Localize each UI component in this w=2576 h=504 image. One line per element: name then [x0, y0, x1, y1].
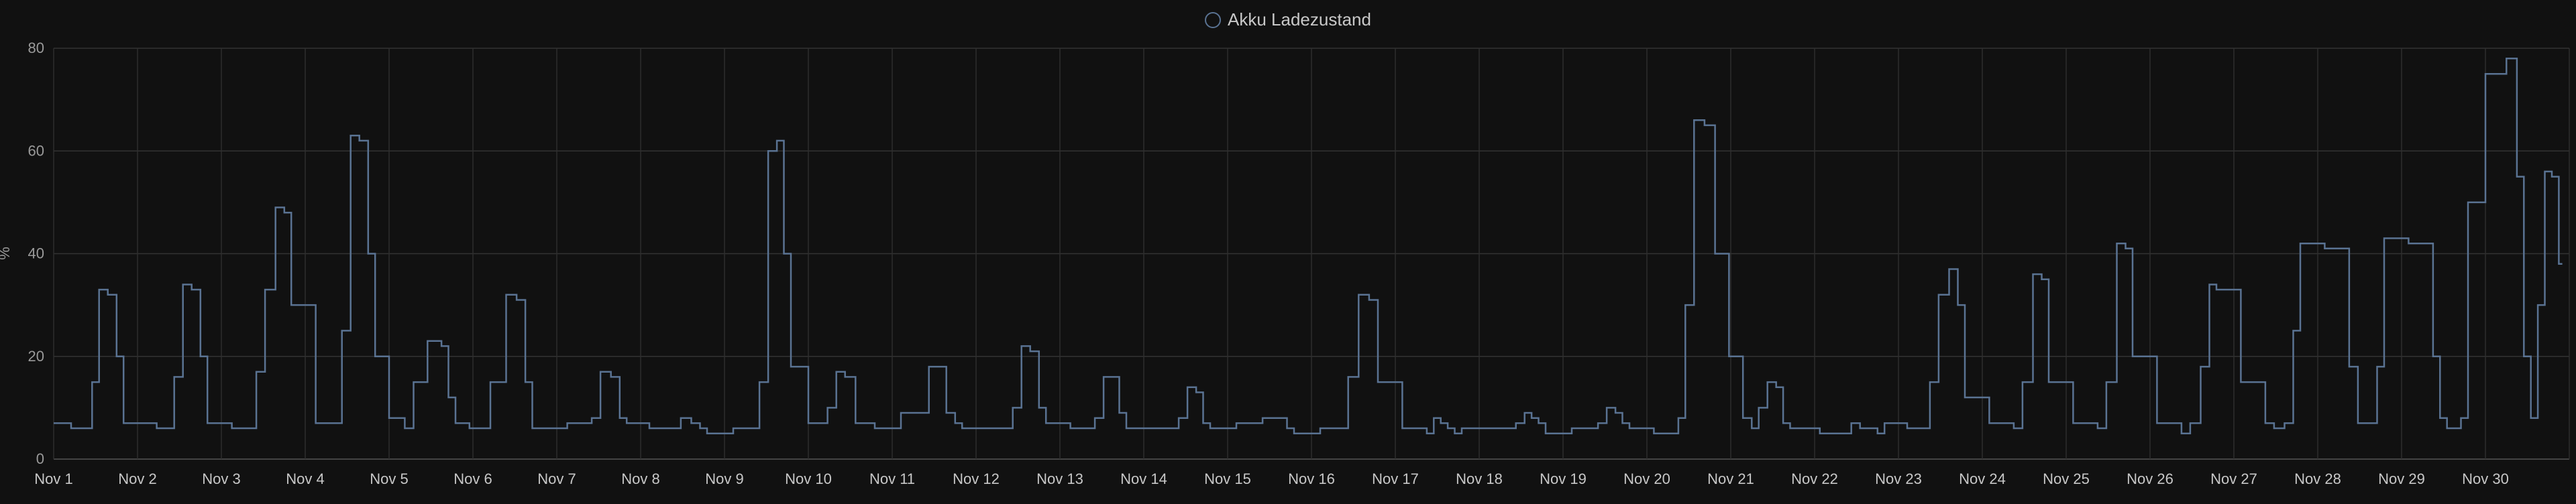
x-tick-label: Nov 29 [2378, 470, 2425, 487]
x-tick-label: Nov 15 [1204, 470, 1251, 487]
x-tick-label: Nov 13 [1036, 470, 1083, 487]
series-line-akku-ladezustand [54, 58, 2563, 434]
y-tick-label: 0 [36, 450, 44, 467]
y-axis-ticks: 0 20 40 60 80 [28, 40, 44, 467]
x-tick-label: Nov 11 [869, 470, 915, 487]
series-group [54, 58, 2563, 434]
x-tick-label: Nov 10 [785, 470, 832, 487]
x-tick-label: Nov 22 [1791, 470, 1838, 487]
x-tick-label: Nov 12 [953, 470, 1000, 487]
gridlines [53, 48, 2570, 460]
y-tick-label: 20 [28, 348, 44, 365]
x-tick-label: Nov 6 [453, 470, 492, 487]
x-tick-label: Nov 26 [2127, 470, 2174, 487]
y-axis-label: % [0, 247, 13, 260]
x-tick-label: Nov 19 [1540, 470, 1587, 487]
x-tick-label: Nov 21 [1707, 470, 1754, 487]
x-tick-label: Nov 3 [202, 470, 240, 487]
x-tick-label: Nov 30 [2462, 470, 2509, 487]
x-tick-label: Nov 2 [118, 470, 156, 487]
x-tick-label: Nov 16 [1288, 470, 1335, 487]
x-tick-label: Nov 4 [286, 470, 324, 487]
x-tick-label: Nov 23 [1875, 470, 1922, 487]
x-tick-label: Nov 27 [2210, 470, 2257, 487]
x-tick-label: Nov 1 [34, 470, 72, 487]
line-chart: 0 20 40 60 80 Nov 1 Nov 2 Nov 3 Nov 4 Nov 5 Nov 6… [0, 40, 2570, 487]
x-tick-label: Nov 25 [2043, 470, 2090, 487]
x-tick-label: Nov 24 [1959, 470, 2006, 487]
x-tick-label: Nov 28 [2294, 470, 2341, 487]
x-tick-label: Nov 17 [1372, 470, 1419, 487]
x-tick-label: Nov 7 [537, 470, 576, 487]
y-tick-label: 40 [28, 245, 44, 262]
x-tick-label: Nov 9 [705, 470, 743, 487]
y-tick-label: 80 [28, 40, 44, 56]
x-tick-label: Nov 18 [1456, 470, 1503, 487]
y-tick-label: 60 [28, 142, 44, 159]
x-tick-label: Nov 20 [1623, 470, 1670, 487]
x-axis-ticks: Nov 1 Nov 2 Nov 3 Nov 4 Nov 5 Nov 6 Nov 7 Nov 8… [34, 470, 2509, 487]
x-tick-label: Nov 8 [621, 470, 659, 487]
x-tick-label: Nov 5 [370, 470, 408, 487]
x-tick-label: Nov 14 [1120, 470, 1167, 487]
